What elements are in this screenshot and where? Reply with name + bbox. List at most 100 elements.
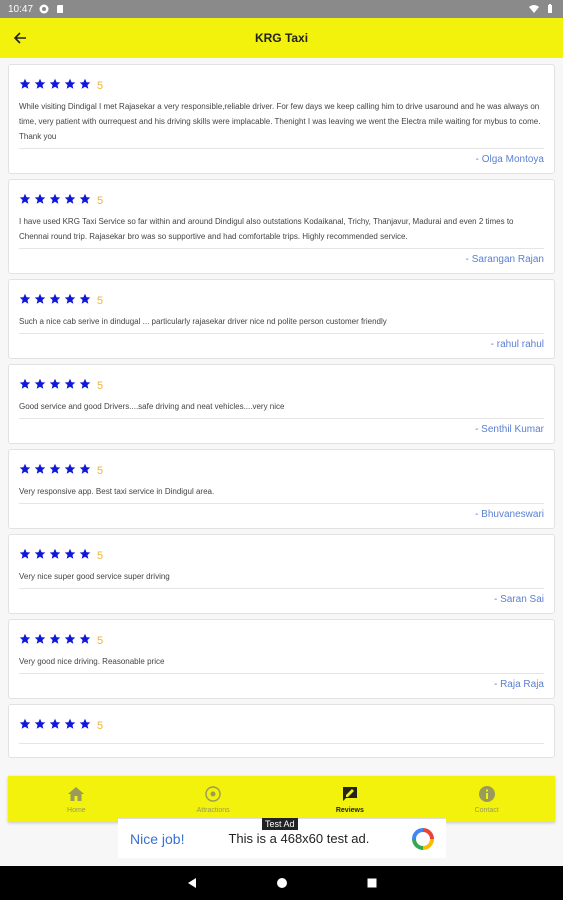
nav-item-contact[interactable]: Contact <box>418 776 555 822</box>
star-icon <box>34 718 46 729</box>
review-author: - Olga Montoya <box>475 154 544 165</box>
rating-value: 5 <box>97 380 104 392</box>
review-card: 5 I have used KRG Taxi Service so far wit… <box>8 179 555 274</box>
star-icon <box>79 378 91 389</box>
star-rating <box>19 463 91 475</box>
star-icon <box>64 293 76 304</box>
review-author: - Sarangan Rajan <box>465 254 544 265</box>
star-icon <box>49 78 61 89</box>
star-icon <box>49 193 61 204</box>
ad-headline: Nice job! <box>130 830 185 847</box>
rating-row: 5 <box>19 543 544 565</box>
page-title: KRG Taxi <box>254 31 309 45</box>
star-icon <box>19 718 31 729</box>
star-rating <box>19 718 91 730</box>
review-card: 5 Such a nice cab serive in dindugal ... … <box>8 279 555 359</box>
review-card: 5 <box>8 704 555 758</box>
rating-row: 5 <box>19 458 544 480</box>
home-icon <box>68 786 85 801</box>
star-icon <box>79 633 91 644</box>
rating-value: 5 <box>97 80 104 92</box>
battery-icon <box>548 4 552 13</box>
system-back-button[interactable] <box>186 877 198 889</box>
star-icon <box>64 193 76 204</box>
rating-row: 5 <box>19 188 544 210</box>
review-card: 5 While visiting Dindigal I met Rajasekar… <box>8 64 555 174</box>
review-author: - Raja Raja <box>493 679 544 690</box>
rating-value: 5 <box>97 465 104 477</box>
nav-item-home[interactable]: Home <box>8 776 145 822</box>
review-author: - Saran Sai <box>493 594 544 605</box>
rating-row: 5 <box>19 628 544 650</box>
square-recents-icon <box>367 878 376 888</box>
star-icon <box>64 463 76 474</box>
rating-row: 5 <box>19 288 544 310</box>
star-icon <box>19 293 31 304</box>
nav-item-reviews[interactable]: Reviews <box>282 776 419 822</box>
star-icon <box>19 193 31 204</box>
rating-value: 5 <box>97 295 104 307</box>
review-card: 5 Very good nice driving. Reasonable pric… <box>8 619 555 699</box>
back-arrow-icon <box>13 32 26 44</box>
system-home-button[interactable] <box>276 877 288 889</box>
ad-body: This is a 468x60 test ad. <box>228 831 370 846</box>
star-icon <box>19 463 31 474</box>
rating-row: 5 <box>19 73 544 95</box>
star-icon <box>79 293 91 304</box>
star-rating <box>19 633 91 645</box>
star-icon <box>34 293 46 304</box>
nav-label: Reviews <box>335 806 364 814</box>
star-icon <box>79 548 91 559</box>
review-author: - Senthil Kumar <box>475 424 544 435</box>
bottom-navigation: Home Attractions Reviews Contact <box>8 776 555 822</box>
reviews-list[interactable]: 5 While visiting Dindigal I met Rajasekar… <box>8 64 555 763</box>
rating-row: 5 <box>19 373 544 395</box>
attractions-icon <box>205 785 221 802</box>
star-icon <box>49 293 61 304</box>
review-author: - rahul rahul <box>490 339 544 350</box>
star-icon <box>64 633 76 644</box>
star-icon <box>64 378 76 389</box>
star-icon <box>19 633 31 644</box>
test-ad-badge: Test Ad <box>262 818 298 830</box>
star-icon <box>49 633 61 644</box>
system-recents-button[interactable] <box>366 877 378 889</box>
status-bar: 10:47 <box>0 0 563 18</box>
rating-value: 5 <box>97 195 104 207</box>
star-icon <box>19 78 31 89</box>
star-icon <box>34 193 46 204</box>
star-rating <box>19 78 91 90</box>
star-rating <box>19 548 91 560</box>
review-text: I have used KRG Taxi Service so far with… <box>19 214 544 249</box>
star-icon <box>64 718 76 729</box>
star-icon <box>64 548 76 559</box>
star-icon <box>34 548 46 559</box>
star-icon <box>34 78 46 89</box>
system-navigation-bar <box>0 866 563 900</box>
info-icon <box>478 785 495 802</box>
rating-row: 5 <box>19 713 544 735</box>
app-bar: KRG Taxi <box>0 18 563 58</box>
star-icon <box>64 78 76 89</box>
rating-value: 5 <box>97 720 104 732</box>
star-rating <box>19 193 91 205</box>
circle-home-icon <box>276 878 287 888</box>
star-rating <box>19 293 91 305</box>
rating-value: 5 <box>97 635 104 647</box>
ad-choices-logo-icon <box>412 827 434 850</box>
star-icon <box>34 463 46 474</box>
star-icon <box>79 78 91 89</box>
star-icon <box>79 463 91 474</box>
review-author: - Bhuvaneswari <box>475 509 544 520</box>
nav-label: Home <box>67 806 86 814</box>
star-icon <box>49 718 61 729</box>
nav-item-attractions[interactable]: Attractions <box>145 776 282 822</box>
star-icon <box>79 718 91 729</box>
star-icon <box>49 378 61 389</box>
rating-value: 5 <box>97 550 104 562</box>
review-text: Such a nice cab serive in dindugal ... p… <box>19 314 544 334</box>
triangle-back-icon <box>187 878 196 888</box>
star-icon <box>19 548 31 559</box>
back-button[interactable] <box>2 18 38 58</box>
review-card: 5 Good service and good Drivers....safe d… <box>8 364 555 444</box>
